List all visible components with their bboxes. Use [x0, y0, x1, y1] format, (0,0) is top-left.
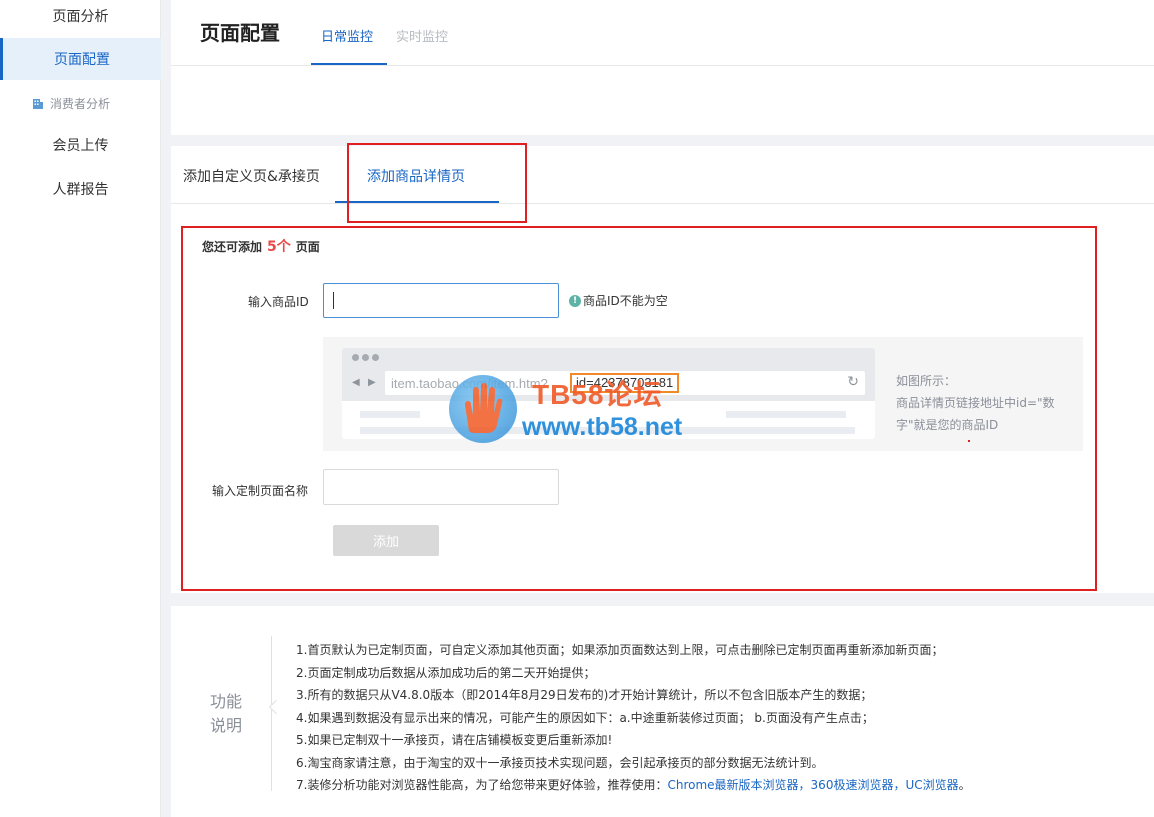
list-item: 7.装修分析功能对浏览器性能高，为了给您带来更好体验，推荐使用：Chrome最新… — [296, 774, 971, 797]
product-id-input[interactable] — [323, 283, 559, 318]
window-dots — [352, 354, 379, 361]
notes-divider — [271, 636, 272, 791]
quota-suffix: 页面 — [295, 240, 320, 254]
sidebar-group-consumer-analysis[interactable]: 消费者分析 — [32, 95, 110, 112]
sidebar-item-label: 页面配置 — [54, 52, 110, 68]
note-text: 7.装修分析功能对浏览器性能高，为了给您带来更好体验，推荐使用： — [296, 778, 668, 792]
quota-prefix: 您还可添加 — [202, 240, 263, 254]
building-icon — [32, 98, 44, 110]
note-line-2: 商品详情页链接地址中id="数字"就是您的商品ID — [896, 396, 1055, 432]
browser-mockup: ◀ ▶ item.taobao.com/item.htm? id=4237870… — [342, 348, 875, 439]
page-name-label: 输入定制页面名称 — [212, 484, 309, 498]
list-item: 3.所有的数据只从V4.8.0版本（即2014年8月29日发布的)才开始计算统计… — [296, 688, 873, 702]
reload-icon: ↻ — [847, 374, 859, 390]
notes-title: 功能说明 — [210, 692, 243, 735]
tab-custom-page[interactable]: 添加自定义页&承接页 — [183, 166, 320, 186]
tab-product-detail-page[interactable]: 添加商品详情页 — [367, 166, 465, 186]
product-id-warning: ! 商品ID不能为空 — [569, 292, 668, 309]
360-browser-link[interactable]: 360极速浏览器 — [811, 778, 894, 792]
notes-list: 1.首页默认为已定制页面，可自定义添加其他页面；如果添加页面数达到上限，可点击删… — [296, 639, 971, 797]
function-notes: 功能说明 1.首页默认为已定制页面，可自定义添加其他页面；如果添加页面数达到上限… — [171, 606, 1154, 817]
list-item: 5.如果已定制双十一承接页，请在店铺模板变更后重新添加! — [296, 733, 613, 747]
subtab-divider — [171, 203, 1154, 204]
warning-text: 商品ID不能为空 — [583, 294, 668, 308]
sidebar-item-page-config[interactable]: 页面配置 — [0, 38, 161, 80]
main-panel: 添加自定义页&承接页 添加商品详情页 您还可添加 5个 页面 输入商品ID ! … — [171, 146, 1154, 593]
separator: ， — [893, 778, 906, 792]
sidebar-item-label: 人群报告 — [52, 182, 109, 198]
header-divider — [171, 65, 1154, 66]
quota-text: 您还可添加 5个 页面 — [202, 236, 320, 256]
sidebar-item-crowd-report[interactable]: 人群报告 — [0, 168, 161, 210]
list-item: 4.如果遇到数据没有显示出来的情况，可能产生的原因如下：a.中途重新装修过页面；… — [296, 710, 874, 725]
product-id-label: 输入商品ID — [248, 295, 309, 309]
sidebar-item-page-analysis[interactable]: 页面分析 — [0, 0, 161, 37]
uc-browser-link[interactable]: UC浏览器 — [905, 778, 958, 792]
page-name-input[interactable] — [323, 469, 559, 505]
active-subtab-indicator — [335, 201, 499, 203]
sidebar-item-member-upload[interactable]: 会员上传 — [0, 124, 161, 166]
url-bar: item.taobao.com/item.htm? id=42378703181… — [385, 371, 865, 395]
info-icon: ! — [569, 294, 581, 307]
forward-arrow-icon: ▶ — [368, 377, 376, 388]
browser-content — [342, 401, 875, 439]
add-button[interactable]: 添加 — [333, 525, 439, 556]
tab-daily-monitor[interactable]: 日常监控 — [321, 26, 373, 45]
text-caret — [333, 292, 334, 309]
separator: ， — [798, 778, 811, 792]
quota-count: 5个 — [267, 239, 291, 255]
url-id-highlight: id=42378703181 — [570, 373, 680, 393]
sidebar: 页面分析 页面配置 消费者分析 会员上传 人群报告 — [0, 0, 161, 817]
sidebar-item-label: 会员上传 — [52, 138, 109, 154]
note-end: 。 — [958, 778, 971, 792]
tab-realtime-monitor[interactable]: 实时监控 — [396, 26, 448, 45]
list-item: 6.淘宝商家请注意，由于淘宝的双十一承接页技术实现问题，会引起承接页的部分数据无… — [296, 755, 824, 770]
url-text: item.taobao.com/item.htm? — [391, 376, 548, 391]
sidebar-item-label: 页面分析 — [52, 9, 109, 25]
chrome-link[interactable]: Chrome最新版本浏览器 — [667, 778, 798, 792]
illustration-note: 如图所示： 商品详情页链接地址中id="数字"就是您的商品ID — [896, 370, 1066, 442]
back-arrow-icon: ◀ — [352, 377, 360, 388]
product-id-illustration: ◀ ▶ item.taobao.com/item.htm? id=4237870… — [323, 337, 1083, 451]
list-item: 2.页面定制成功后数据从添加成功后的第二天开始提供； — [296, 665, 596, 680]
note-line-1: 如图所示： — [896, 374, 957, 388]
page-header: 页面配置 日常监控 实时监控 — [171, 0, 1154, 135]
list-item: 1.首页默认为已定制页面，可自定义添加其他页面；如果添加页面数达到上限，可点击删… — [296, 643, 944, 657]
page-title: 页面配置 — [200, 21, 280, 45]
sidebar-group-label: 消费者分析 — [50, 97, 111, 111]
